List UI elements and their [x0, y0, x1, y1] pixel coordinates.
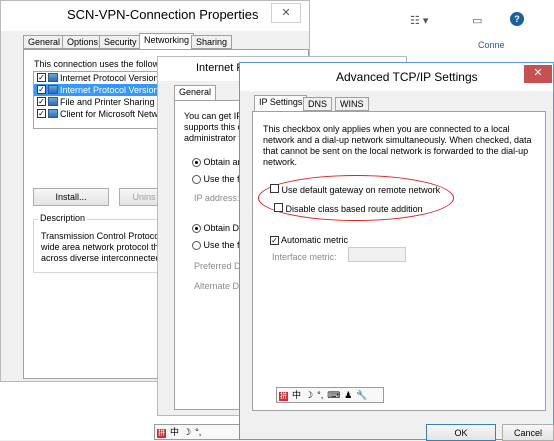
list-item-label: Client for Microsoft Network: [60, 109, 163, 119]
default-gateway-checkbox[interactable]: [270, 184, 279, 193]
disable-class-route-label: Disable class based route addition: [285, 204, 423, 214]
interface-metric-input[interactable]: [348, 247, 406, 262]
view-options-icon[interactable]: ☷ ▾: [410, 14, 428, 27]
close-icon: ✕: [281, 7, 291, 19]
tab-wins[interactable]: WINS: [335, 97, 369, 111]
intro-line: You can get IP: [184, 111, 243, 121]
list-item-label: File and Printer Sharing for: [60, 97, 163, 107]
close-icon: ✕: [533, 67, 543, 79]
list-item[interactable]: ✓ File and Printer Sharing for: [34, 96, 162, 108]
tab-general[interactable]: General: [23, 35, 66, 49]
ime-item[interactable]: 🔧: [356, 388, 367, 402]
network-icon: [48, 85, 58, 94]
intro-line: supports this ca: [184, 122, 248, 132]
disable-class-route-option[interactable]: Disable class based route addition: [274, 203, 423, 214]
automatic-metric-label: Automatic metric: [281, 235, 349, 245]
window-title: Advanced TCP/IP Settings: [336, 70, 478, 84]
radio-button[interactable]: [192, 224, 201, 234]
radio-button[interactable]: [192, 241, 201, 251]
checkbox[interactable]: ✓: [37, 85, 46, 94]
component-list[interactable]: ✓ Internet Protocol Version 6 ✓ Internet…: [33, 71, 163, 129]
alternate-dns-label: Alternate DN: [194, 281, 246, 291]
ime-item[interactable]: 中: [292, 388, 301, 402]
ime-item[interactable]: ☽: [183, 425, 191, 439]
ime-item[interactable]: 中: [170, 425, 179, 439]
radio-button[interactable]: [192, 158, 201, 168]
advanced-tcpip-window: Advanced TCP/IP Settings ✕ IP Settings D…: [239, 62, 554, 441]
ip-address-label: IP address:: [194, 193, 240, 203]
intro-text: You can get IP supports this ca administ…: [184, 111, 247, 144]
window-title: SCN-VPN-Connection Properties: [67, 7, 259, 22]
tab-networking[interactable]: Networking: [139, 33, 195, 49]
layout-icon[interactable]: ▭: [472, 14, 482, 27]
obtain-dns-option[interactable]: Obtain DN: [192, 223, 246, 234]
ok-button[interactable]: OK: [426, 424, 496, 441]
tab-options[interactable]: Options: [62, 35, 104, 49]
info-line: network.: [263, 157, 298, 167]
info-line: network and a dial-up network simultaneo…: [263, 135, 532, 145]
description-text: Transmission Control Protocol/Ir wide ar…: [41, 231, 165, 264]
description-label: Description: [38, 213, 88, 223]
network-icon: [48, 73, 58, 82]
ime-icon: 拼: [279, 392, 288, 401]
list-item-label: Internet Protocol Version 6: [60, 73, 163, 83]
obtain-ip-label: Obtain an: [203, 157, 243, 167]
ime-item[interactable]: °,: [195, 425, 201, 439]
client-icon: [48, 109, 58, 118]
uses-label: This connection uses the following: [34, 59, 172, 69]
ime-toolbar: 拼中 ☽ °, ⌨ ♟ 🔧: [276, 387, 384, 403]
highlight-ellipse: [258, 175, 454, 221]
disable-class-route-checkbox[interactable]: [274, 203, 283, 212]
ime-item[interactable]: ♟: [344, 388, 352, 402]
ime-item[interactable]: °,: [317, 388, 323, 402]
automatic-metric-option[interactable]: ✓ Automatic metric: [270, 235, 348, 245]
ime-item[interactable]: ⌨: [327, 388, 340, 402]
description-line: across diverse interconnected n: [41, 253, 165, 263]
use-dns-option[interactable]: Use the fo: [192, 240, 245, 251]
intro-line: administrator fo: [184, 133, 247, 143]
list-item[interactable]: ✓ Client for Microsoft Network: [34, 108, 162, 120]
default-gateway-label: Use default gateway on remote network: [281, 185, 441, 195]
cancel-button[interactable]: Cancel: [502, 424, 554, 441]
info-line: This checkbox only applies when you are …: [263, 124, 510, 134]
checkbox[interactable]: ✓: [37, 97, 46, 106]
install-button[interactable]: Install...: [33, 188, 109, 206]
close-button[interactable]: ✕: [524, 65, 552, 83]
default-gateway-option[interactable]: Use default gateway on remote network: [270, 184, 440, 195]
tab-ip-settings[interactable]: IP Settings: [254, 95, 308, 111]
automatic-metric-checkbox[interactable]: ✓: [270, 236, 279, 245]
info-text: This checkbox only applies when you are …: [263, 124, 531, 168]
printer-icon: [48, 97, 58, 106]
connect-link[interactable]: Conne: [478, 40, 505, 50]
tab-general[interactable]: General: [174, 85, 217, 101]
list-item[interactable]: ✓ Internet Protocol Version 6: [34, 72, 162, 84]
checkbox[interactable]: ✓: [37, 73, 46, 82]
help-icon[interactable]: ?: [510, 12, 524, 26]
list-item-selected[interactable]: ✓ Internet Protocol Version 4: [34, 84, 162, 96]
ime-item[interactable]: ☽: [305, 388, 313, 402]
tab-sharing[interactable]: Sharing: [191, 35, 233, 49]
description-line: wide area network protocol that: [41, 242, 165, 252]
checkbox[interactable]: ✓: [37, 109, 46, 118]
use-ip-option[interactable]: Use the fo: [192, 174, 245, 185]
list-item-label: Internet Protocol Version 4: [60, 85, 163, 95]
radio-button[interactable]: [192, 175, 201, 185]
description-line: Transmission Control Protocol/Ir: [41, 231, 165, 241]
info-line: that cannot be sent on the local network…: [263, 146, 529, 156]
interface-metric-label: Interface metric:: [272, 252, 337, 262]
close-button[interactable]: ✕: [271, 3, 301, 23]
obtain-ip-option[interactable]: Obtain an: [192, 157, 243, 168]
ime-toolbar-behind: 拼中 ☽ °,: [154, 424, 240, 440]
ime-icon: 拼: [157, 429, 166, 438]
tab-security[interactable]: Security: [99, 35, 142, 49]
tab-dns[interactable]: DNS: [303, 97, 333, 111]
